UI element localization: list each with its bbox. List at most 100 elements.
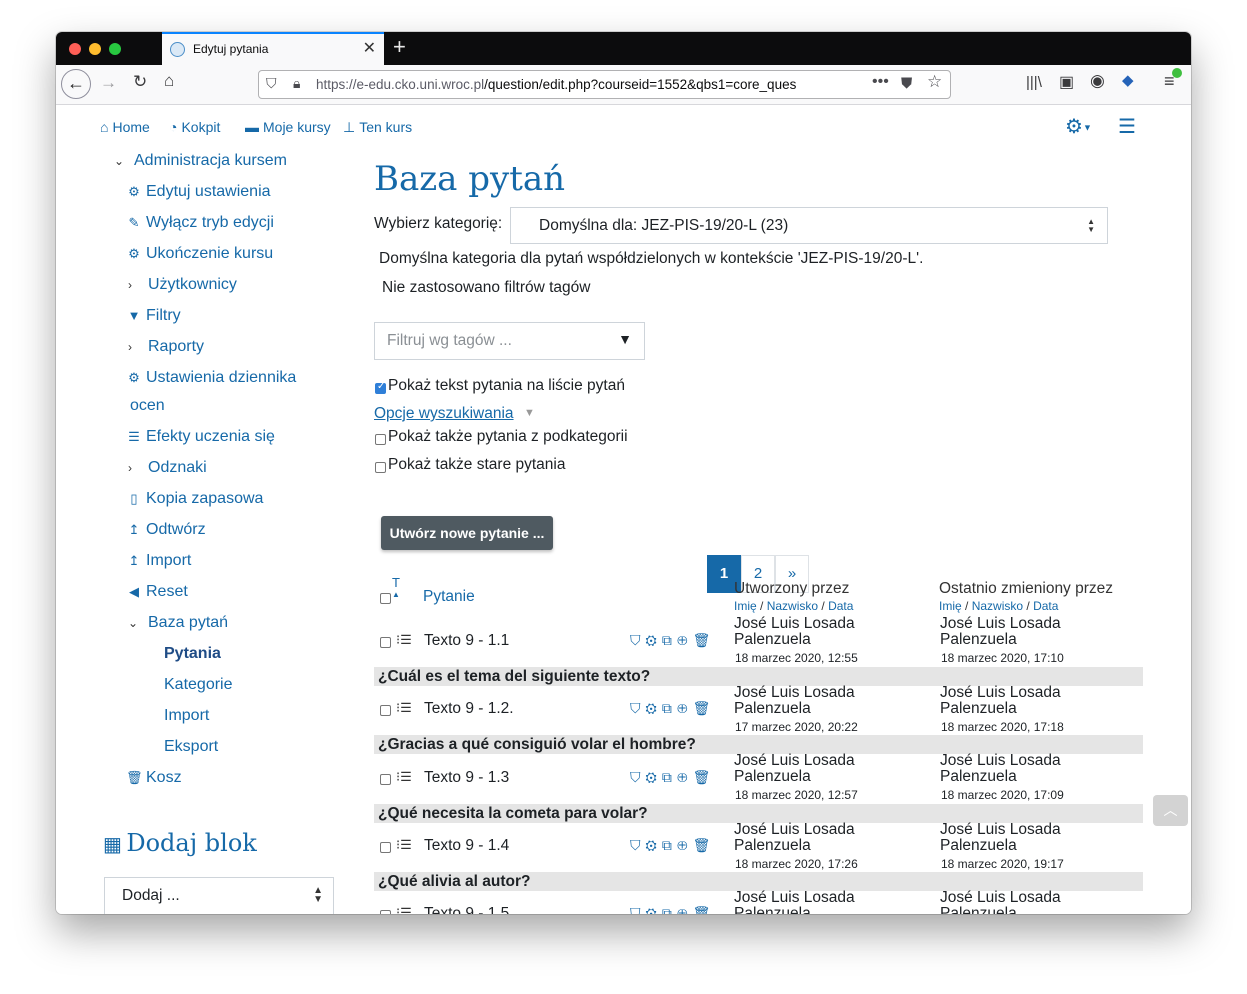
maximize-window-button[interactable] [109,43,121,55]
sidebar-item-gradebook-setup[interactable]: ⚙ Ustawienia dziennika [126,369,296,387]
tracking-shield-icon[interactable]: ⛉ [266,75,277,92]
nav-home-link[interactable]: ⌂ Home [100,119,150,135]
sidebar-item-categories[interactable]: Kategorie [164,676,233,694]
sidebar-item-questions[interactable]: Pytania [164,645,221,663]
library-icon[interactable]: |||\ [1026,74,1042,91]
nav-this-course-link[interactable]: ⊥ Ten kurs [343,119,412,136]
sidebar-item-reports[interactable]: › Raporty [128,338,204,356]
sort-modified-date[interactable]: Data [1033,599,1058,613]
dashboard-icon: ◔ [169,119,178,135]
padlock-icon[interactable]: 🔒︎ [293,75,300,92]
show-question-text-checkbox[interactable] [375,381,386,394]
sort-modified-first-name[interactable]: Imię [939,599,962,613]
sidebar-toggle-icon[interactable]: ▣ [1059,72,1074,92]
close-window-button[interactable] [69,43,81,55]
sidebar-item-badges[interactable]: › Odznaki [128,459,207,477]
sidebar-item-gradebook-setup-cont[interactable]: ocen [130,397,165,415]
sidebar-item-backup[interactable]: ▯ Kopia zapasowa [126,490,263,508]
sidebar-item-users[interactable]: › Użytkownicy [128,276,237,294]
home-icon[interactable]: ⌂ [164,71,174,91]
account-icon[interactable]: ◉ [1090,71,1105,91]
close-tab-icon[interactable]: ✕ [363,38,376,58]
sidebar-item-filters[interactable]: ▼ Filtry [126,307,181,325]
url-bar[interactable]: ⛉ 🔒︎ https://e-edu.cko.uni.wroc.pl/quest… [258,70,951,99]
show-subcategories-checkbox[interactable] [375,434,386,445]
nav-my-courses-link[interactable]: ▬ Moje kursy [245,119,331,135]
show-old-checkbox[interactable] [375,462,386,473]
sidebar-item-import[interactable]: ↥ Import [126,552,192,570]
sort-created-date[interactable]: Data [828,599,853,613]
nav-dashboard-link[interactable]: ◔ Kokpit [169,119,220,135]
pocket-icon[interactable]: ⛊ [901,75,912,92]
delete-icon[interactable]: 🗑︎ [693,632,716,648]
gear-icon[interactable]: ⚙ [646,700,662,716]
sidebar-item-question-bank[interactable]: ⌄ Baza pytań [128,614,228,632]
duplicate-icon[interactable]: ⧉ [662,632,677,648]
toggle-blocks-icon[interactable]: ☰ [1118,114,1136,139]
row-select-checkbox[interactable] [380,910,391,914]
new-tab-icon[interactable]: + [393,34,406,60]
sidebar-item-outcomes[interactable]: ☰ Efekty uczenia się [126,428,275,446]
row-select-checkbox[interactable] [380,705,391,716]
bookmark-star-icon[interactable]: ☆ [927,72,942,92]
gear-icon[interactable]: ⚙ [646,905,662,914]
preview-icon[interactable]: ⊕ [677,905,693,914]
sidebar-item-qb-import[interactable]: Import [164,707,209,725]
row-select-checkbox[interactable] [380,842,391,853]
sort-by-question-link[interactable]: Pytanie [423,588,475,606]
duplicate-icon[interactable]: ⧉ [662,700,677,716]
delete-icon[interactable]: 🗑︎ [693,700,716,716]
sort-modified-last-name[interactable]: Nazwisko [972,599,1023,613]
forward-arrow-icon[interactable]: → [100,73,117,93]
add-block-select[interactable]: Dodaj ... ▲ ▼ [104,877,334,914]
sort-created-first-name[interactable]: Imię [734,599,757,613]
sidebar-item-restore[interactable]: ↥ Odtwórz [126,521,206,539]
tag-filter-input[interactable]: Filtruj wg tagów ... ▼ [374,322,645,360]
back-arrow-icon[interactable]: ← [61,69,91,99]
duplicate-icon[interactable]: ⧉ [662,769,677,785]
preview-icon[interactable]: ⊕ [677,700,693,716]
browser-tab[interactable]: Edytuj pytania ✕ [162,32,384,65]
sidebar-item-recycle-bin[interactable]: 🗑︎ Kosz [126,769,182,787]
scroll-to-top-button[interactable]: ︿ [1153,795,1188,826]
sidebar-item-export[interactable]: Eksport [164,738,218,756]
duplicate-icon[interactable]: ⧉ [662,905,677,914]
preview-icon[interactable]: ⊕ [677,769,693,785]
delete-icon[interactable]: 🗑︎ [693,905,716,914]
pencil-icon: ✎ [128,215,140,230]
reload-icon[interactable]: ↻ [133,72,147,92]
minimize-window-button[interactable] [89,43,101,55]
sidebar-item-turn-editing-off[interactable]: ✎ Wyłącz tryb edycji [126,214,274,232]
delete-icon[interactable]: 🗑︎ [693,837,716,853]
gear-icon[interactable]: ⚙ [646,837,662,853]
sidebar-item-edit-settings[interactable]: ⚙ Edytuj ustawienia [126,183,270,201]
url-text[interactable]: https://e-edu.cko.uni.wroc.pl/question/e… [316,77,836,92]
row-select-checkbox[interactable] [380,637,391,648]
dropdown-triangle-icon[interactable]: ▼ [618,331,632,347]
sidebar-section-admin[interactable]: ⌄ Administracja kursem [114,152,287,170]
gear-icon[interactable]: ⚙ [646,769,662,785]
tags-icon[interactable]: ⛉ [630,632,646,648]
tags-icon[interactable]: ⛉ [630,700,646,716]
search-options-link[interactable]: Opcje wyszukiwania [374,405,514,423]
extension-icon[interactable]: ◆ [1122,71,1134,89]
create-question-button[interactable]: Utwórz nowe pytanie ... [381,516,553,550]
settings-gear-icon[interactable]: ⚙▼ [1065,114,1092,139]
sort-created-last-name[interactable]: Nazwisko [767,599,818,613]
sidebar-item-reset[interactable]: ◀ Reset [126,583,188,601]
delete-icon[interactable]: 🗑︎ [693,769,716,785]
select-all-checkbox[interactable] [380,593,391,604]
sidebar-item-course-completion[interactable]: ⚙ Ukończenie kursu [126,245,273,263]
created-by-line-1: José Luis Losada [734,821,855,838]
tags-icon[interactable]: ⛉ [630,769,646,785]
category-select[interactable]: Domyślna dla: JEZ-PIS-19/20-L (23) ▲ ▼ [510,207,1108,244]
duplicate-icon[interactable]: ⧉ [662,837,677,853]
row-select-checkbox[interactable] [380,774,391,785]
preview-icon[interactable]: ⊕ [677,837,693,853]
gear-icon[interactable]: ⚙ [646,632,662,648]
preview-icon[interactable]: ⊕ [677,632,693,648]
tags-icon[interactable]: ⛉ [630,837,646,853]
sort-by-type-link[interactable]: T ▲ [392,576,400,600]
page-actions-icon[interactable]: ••• [872,73,889,91]
tags-icon[interactable]: ⛉ [630,905,646,914]
